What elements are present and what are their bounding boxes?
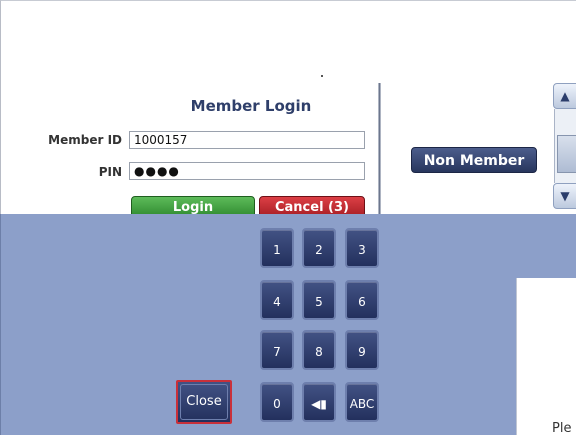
dot-mark bbox=[321, 75, 323, 77]
right-panel-text: Ple bbox=[552, 421, 572, 436]
backspace-icon: ◀▮ bbox=[311, 397, 327, 411]
key-4[interactable]: 4 bbox=[260, 280, 294, 320]
member-login-title: Member Login bbox=[190, 97, 312, 115]
vertical-divider bbox=[378, 83, 381, 215]
scroll-up-button[interactable]: ▲ bbox=[553, 83, 576, 109]
key-6[interactable]: 6 bbox=[345, 280, 379, 320]
close-button-label: Close bbox=[186, 394, 222, 409]
key-9[interactable]: 9 bbox=[345, 330, 379, 370]
scroll-thumb[interactable] bbox=[557, 135, 576, 173]
key-0[interactable]: 0 bbox=[260, 382, 294, 422]
key-3[interactable]: 3 bbox=[345, 228, 379, 268]
close-button[interactable]: Close bbox=[176, 380, 232, 424]
key-2[interactable]: 2 bbox=[302, 228, 336, 268]
key-8[interactable]: 8 bbox=[302, 330, 336, 370]
abc-key[interactable]: ABC bbox=[345, 382, 379, 422]
chevron-down-icon: ▼ bbox=[560, 189, 570, 203]
key-1[interactable]: 1 bbox=[260, 228, 294, 268]
backspace-key[interactable]: ◀▮ bbox=[302, 382, 336, 422]
key-5[interactable]: 5 bbox=[302, 280, 336, 320]
scroll-down-button[interactable]: ▼ bbox=[553, 183, 576, 209]
member-id-label: Member ID bbox=[48, 133, 122, 147]
right-panel bbox=[516, 278, 576, 435]
member-id-input[interactable]: 1000157 bbox=[129, 131, 365, 149]
pin-input[interactable]: ●●●● bbox=[129, 162, 365, 180]
login-area: Member Login Member ID 1000157 PIN ●●●● … bbox=[0, 0, 576, 218]
key-7[interactable]: 7 bbox=[260, 330, 294, 370]
chevron-up-icon: ▲ bbox=[560, 89, 570, 103]
pin-label: PIN bbox=[98, 165, 122, 179]
non-member-button[interactable]: Non Member bbox=[411, 147, 537, 173]
